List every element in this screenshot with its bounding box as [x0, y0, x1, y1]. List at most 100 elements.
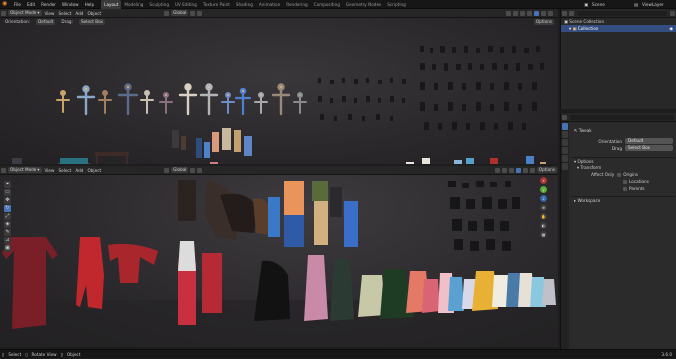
world-tab-icon[interactable]	[562, 163, 568, 170]
parents-checkbox[interactable]: Parents	[571, 185, 675, 192]
transform-tool-icon[interactable]: ◈	[4, 221, 11, 228]
tab-texture-paint[interactable]: Texture Paint	[200, 0, 233, 9]
xray-icon-2[interactable]	[508, 167, 514, 173]
editor-type-icon-2[interactable]	[1, 167, 6, 173]
transform-pivot-icon-2[interactable]	[164, 167, 170, 173]
options-section-header[interactable]: ▾ Options	[571, 157, 675, 164]
axis-y-gizmo-icon[interactable]: y	[540, 186, 547, 193]
outliner-search-input[interactable]	[577, 10, 667, 16]
tab-animation[interactable]: Animation	[256, 0, 283, 9]
shading-material-icon[interactable]	[541, 10, 546, 16]
menu-edit[interactable]: Edit	[24, 0, 38, 9]
transform-orientation-2[interactable]: Global	[171, 167, 189, 173]
render-tab-icon[interactable]	[562, 131, 568, 138]
tab-compositing[interactable]: Compositing	[311, 0, 343, 9]
pan-hand-icon[interactable]: ✋	[540, 213, 547, 220]
properties-editor-icon[interactable]	[562, 114, 567, 120]
gizmo-icon[interactable]	[513, 10, 518, 16]
orientation-field[interactable]: Default	[625, 138, 673, 144]
proportional-edit-icon-2[interactable]	[197, 167, 203, 173]
workspace-section-header[interactable]: ▸ Workspace	[571, 196, 675, 203]
move-tool-icon[interactable]: ✥	[4, 197, 11, 204]
view-layer-selector[interactable]: ViewLayer	[640, 0, 676, 9]
viewport-top[interactable]: Orientation: Default Drag: Select Box Op…	[0, 18, 558, 164]
editor-type-icon[interactable]	[1, 10, 6, 16]
tab-scripting[interactable]: Scripting	[384, 0, 409, 9]
rotate-tool-icon[interactable]: ↻	[4, 205, 11, 212]
options-button-2[interactable]: Options	[536, 167, 557, 173]
viewport-bottom[interactable]: ⌖ ▭ ✥ ↻ ⤢ ◈ ✎ ⊿ ▣ x y z ⊕ ✋ ◐ ▦	[0, 175, 558, 347]
xray-icon[interactable]	[527, 10, 532, 16]
tab-modeling[interactable]: Modeling	[121, 0, 146, 9]
tool-tab-icon[interactable]	[562, 123, 568, 130]
menu-render[interactable]: Render	[38, 0, 59, 9]
status-bar: ▯ Select ▯ Rotate View ▯ Object 3.6.0	[0, 349, 676, 358]
properties-panel: ⇱ Tweak Orientation Default Drag Select …	[560, 113, 676, 349]
menu-view[interactable]: View	[43, 9, 57, 18]
select-box-tool-icon[interactable]: ▭	[4, 189, 11, 196]
outliner-display-icon[interactable]	[569, 10, 574, 16]
view-layer-tab-icon[interactable]	[562, 147, 568, 154]
snap-icon-2[interactable]	[190, 167, 196, 173]
axis-x-gizmo-icon[interactable]: x	[540, 177, 547, 184]
menu-file[interactable]: File	[11, 0, 24, 9]
drag-field[interactable]: Select Box	[625, 145, 673, 151]
shading-material-icon-2[interactable]	[522, 167, 528, 173]
mode-select[interactable]: Object Mode ▾	[8, 10, 42, 16]
origins-checkbox[interactable]: Origins	[617, 171, 638, 178]
output-tab-icon[interactable]	[562, 139, 568, 146]
filter-icon[interactable]	[670, 10, 675, 16]
shading-rendered-icon-2[interactable]	[529, 167, 535, 173]
visibility-icon-2[interactable]	[494, 167, 500, 173]
tab-uv-editing[interactable]: UV Editing	[172, 0, 200, 9]
scene-selector[interactable]: Scene	[590, 0, 632, 9]
properties-search-input[interactable]	[570, 114, 674, 120]
mannequin-row	[56, 83, 307, 116]
annotate-tool-icon[interactable]: ✎	[4, 229, 11, 236]
overlay-icon-2[interactable]	[501, 167, 507, 173]
tab-sculpting[interactable]: Sculpting	[146, 0, 172, 9]
menu-add-2[interactable]: Add	[73, 166, 85, 175]
tab-shading[interactable]: Shading	[233, 0, 256, 9]
transform-section-header[interactable]: ▾ Transform	[571, 164, 675, 171]
shading-rendered-icon[interactable]	[548, 10, 553, 16]
menu-add[interactable]: Add	[73, 9, 85, 18]
outliner-editor-icon[interactable]	[562, 10, 567, 16]
proportional-edit-icon[interactable]	[197, 10, 203, 16]
axis-z-gizmo-icon[interactable]: z	[540, 195, 547, 202]
menu-object-2[interactable]: Object	[85, 166, 103, 175]
camera-view-icon[interactable]: ◐	[540, 222, 547, 229]
tab-geometry-nodes[interactable]: Geometry Nodes	[343, 0, 384, 9]
locations-checkbox[interactable]: Locations	[571, 178, 675, 185]
eye-icon[interactable]: ◉	[669, 25, 676, 32]
perspective-grid-icon[interactable]: ▦	[540, 231, 547, 238]
menu-help[interactable]: Help	[82, 0, 98, 9]
overlay-icon[interactable]	[520, 10, 525, 16]
tab-rendering[interactable]: Rendering	[283, 0, 310, 9]
outliner-item-scene-collection[interactable]: ▣ Scene Collection	[561, 18, 676, 25]
menu-select[interactable]: Select	[56, 9, 73, 18]
menu-object[interactable]: Object	[85, 9, 103, 18]
garment-row	[210, 156, 546, 164]
shading-solid-icon-2[interactable]	[515, 167, 521, 173]
visibility-icon[interactable]	[506, 10, 511, 16]
blender-logo-icon[interactable]: ◉	[2, 1, 8, 7]
scale-tool-icon[interactable]: ⤢	[4, 213, 11, 220]
tab-layout[interactable]: Layout	[101, 0, 122, 9]
cursor-tool-icon[interactable]: ⌖	[4, 181, 11, 188]
outliner-item-collection[interactable]: ▾ ▣ Collection ◉	[561, 25, 676, 32]
mode-select-2[interactable]: Object Mode ▾	[8, 167, 42, 173]
tool-name-row: ⇱ Tweak	[574, 128, 592, 133]
shading-solid-icon[interactable]	[534, 10, 539, 16]
scene-tab-icon[interactable]	[562, 155, 568, 162]
snap-icon[interactable]	[190, 10, 196, 16]
add-cube-tool-icon[interactable]: ▣	[4, 245, 11, 252]
menu-window[interactable]: Window	[59, 0, 82, 9]
scene-render-bottom	[0, 180, 558, 347]
menu-view-2[interactable]: View	[43, 166, 57, 175]
transform-pivot-icon[interactable]	[164, 10, 170, 16]
measure-tool-icon[interactable]: ⊿	[4, 237, 11, 244]
menu-select-2[interactable]: Select	[56, 166, 73, 175]
zoom-icon[interactable]: ⊕	[540, 204, 547, 211]
transform-orientation[interactable]: Global	[171, 10, 189, 16]
